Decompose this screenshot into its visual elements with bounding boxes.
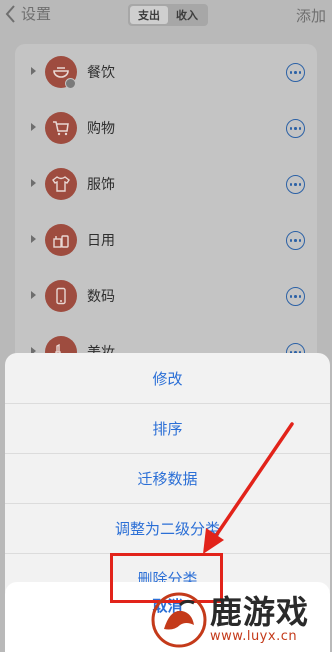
expand-triangle-icon[interactable] (31, 291, 36, 299)
expand-triangle-icon[interactable] (31, 235, 36, 243)
more-options-icon[interactable] (286, 231, 305, 250)
category-row[interactable]: 餐饮 (15, 44, 317, 100)
category-row[interactable]: 日用 (15, 212, 317, 268)
category-label: 日用 (87, 233, 115, 249)
expand-triangle-icon[interactable] (31, 179, 36, 187)
more-options-icon[interactable] (286, 175, 305, 194)
more-options-icon[interactable] (286, 119, 305, 138)
type-segmented-control: 支出 收入 (128, 4, 208, 26)
add-button[interactable]: 添加 (296, 5, 326, 26)
daily-goods-icon (45, 224, 77, 256)
category-row[interactable]: 数码 (15, 268, 317, 324)
category-row[interactable]: 服饰 (15, 156, 317, 212)
migrate-data-button[interactable]: 迁移数据 (5, 453, 330, 503)
category-label: 餐饮 (87, 65, 115, 81)
category-list: 餐饮 购物 服饰 日用 数码 (15, 44, 317, 384)
nav-bar: 设置 支出 收入 添加 (0, 0, 332, 30)
phone-icon (45, 280, 77, 312)
watermark-brand: 鹿游戏 (210, 593, 310, 631)
tab-expense[interactable]: 支出 (130, 6, 168, 24)
more-options-icon[interactable] (286, 287, 305, 306)
edit-button[interactable]: 修改 (5, 353, 330, 403)
category-row[interactable]: 购物 (15, 100, 317, 156)
watermark: 鹿游戏 www.luyx.cn (150, 585, 332, 652)
shirt-icon (45, 168, 77, 200)
chevron-left-icon (5, 4, 15, 23)
deer-logo-icon (151, 592, 207, 648)
cart-icon (45, 112, 77, 144)
expand-triangle-icon[interactable] (31, 123, 36, 131)
back-button[interactable]: 设置 (4, 3, 51, 24)
back-label: 设置 (21, 5, 52, 23)
more-options-icon[interactable] (286, 63, 305, 82)
category-label: 数码 (87, 289, 115, 305)
category-label: 购物 (87, 121, 115, 137)
expand-triangle-icon[interactable] (31, 67, 36, 75)
sort-button[interactable]: 排序 (5, 403, 330, 453)
watermark-url: www.luyx.cn (210, 629, 298, 644)
tab-income[interactable]: 收入 (168, 6, 206, 24)
category-label: 服饰 (87, 177, 115, 193)
subcategory-badge (65, 78, 76, 89)
convert-to-subcategory-button[interactable]: 调整为二级分类 (5, 503, 330, 553)
